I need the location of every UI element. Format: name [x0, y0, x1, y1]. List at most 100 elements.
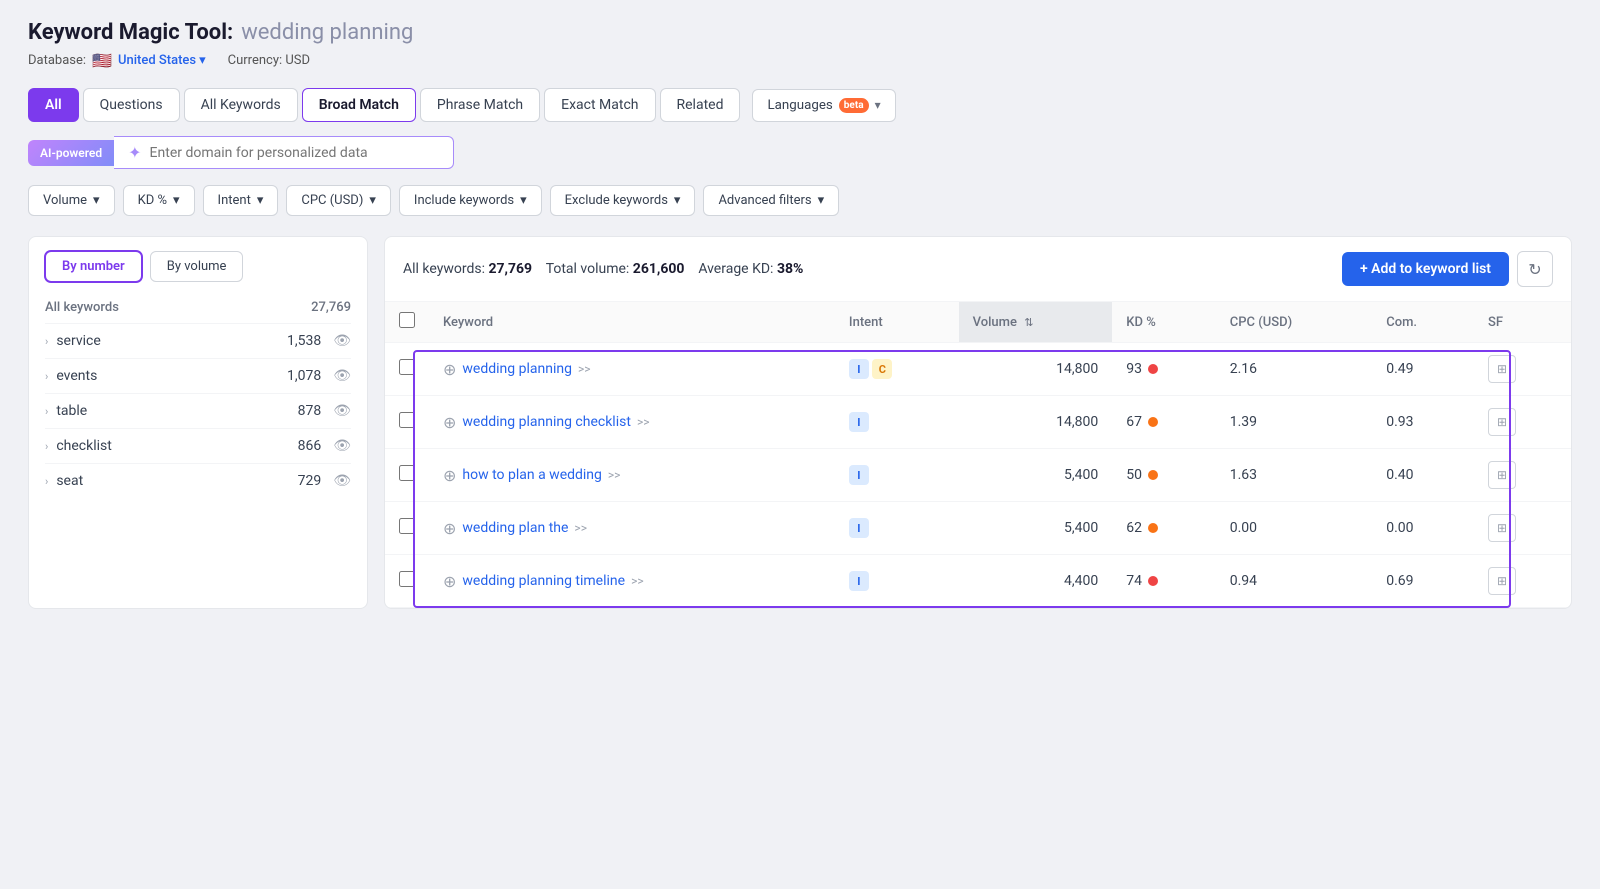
- intent-filter[interactable]: Intent ▾: [203, 185, 279, 216]
- chevron-right-icon: ›: [45, 405, 48, 418]
- eye-icon[interactable]: 👁: [333, 438, 351, 454]
- row-checkbox[interactable]: [399, 465, 415, 481]
- tab-broad-match[interactable]: Broad Match: [302, 88, 416, 122]
- volume-cell: 4,400: [959, 555, 1113, 608]
- sidebar-item-events[interactable]: › events 1,078 👁: [29, 359, 367, 393]
- cpc-filter[interactable]: CPC (USD) ▾: [286, 185, 391, 216]
- subtitle-row: Database: 🇺🇸 United States ▾ Currency: U…: [28, 51, 1572, 70]
- sf-icon[interactable]: ⊞: [1488, 461, 1516, 489]
- sidebar-item-right: 729 👁: [298, 473, 351, 489]
- com-column-header: Com.: [1372, 302, 1474, 343]
- eye-icon[interactable]: 👁: [333, 403, 351, 419]
- keyword-link[interactable]: ⊕ how to plan a wedding >>: [443, 466, 821, 485]
- eye-icon[interactable]: 👁: [333, 333, 351, 349]
- row-checkbox[interactable]: [399, 571, 415, 587]
- eye-icon[interactable]: 👁: [333, 368, 351, 384]
- kd-cell: 93: [1112, 343, 1215, 396]
- sidebar-item-checklist[interactable]: › checklist 866 👁: [29, 429, 367, 463]
- volume-filter[interactable]: Volume ▾: [28, 185, 115, 216]
- refresh-button[interactable]: ↻: [1517, 251, 1553, 287]
- tab-exact-match[interactable]: Exact Match: [544, 88, 655, 122]
- database-link[interactable]: United States ▾: [118, 53, 206, 68]
- sidebar-item-seat[interactable]: › seat 729 👁: [29, 464, 367, 498]
- keyword-link[interactable]: ⊕ wedding planning >>: [443, 360, 821, 379]
- intent-badge-i: I: [849, 465, 869, 485]
- intent-badge-i: I: [849, 571, 869, 591]
- arrow-icon: >>: [608, 468, 621, 482]
- table-area: All keywords: 27,769 Total volume: 261,6…: [384, 236, 1572, 609]
- volume-column-header[interactable]: Volume ⇅: [959, 302, 1113, 343]
- chevron-down-icon: ▾: [369, 193, 376, 208]
- tab-languages[interactable]: Languages beta ▾: [752, 89, 895, 122]
- row-checkbox[interactable]: [399, 412, 415, 428]
- kd-filter[interactable]: KD % ▾: [123, 185, 195, 216]
- cpc-cell: 1.63: [1216, 449, 1373, 502]
- ai-powered-row: AI-powered ✦: [28, 136, 1572, 169]
- tab-related[interactable]: Related: [660, 88, 741, 122]
- kd-indicator: [1148, 523, 1158, 533]
- ai-domain-input[interactable]: [150, 145, 440, 161]
- keyword-link[interactable]: ⊕ wedding planning timeline >>: [443, 572, 821, 591]
- chevron-down-icon: ▾: [818, 193, 825, 208]
- sidebar-header: All keywords 27,769: [29, 292, 367, 323]
- by-number-button[interactable]: By number: [45, 251, 142, 282]
- sidebar-item-count: 1,078: [287, 368, 321, 384]
- total-volume-label: Total volume:: [546, 261, 630, 277]
- ai-input-wrapper[interactable]: ✦: [114, 136, 454, 169]
- row-checkbox[interactable]: [399, 518, 415, 534]
- arrow-icon: >>: [574, 521, 587, 535]
- sidebar-item-service[interactable]: › service 1,538 👁: [29, 324, 367, 358]
- table-header-columns: Keyword Intent Volume ⇅ KD %: [385, 302, 1571, 343]
- sf-icon[interactable]: ⊞: [1488, 408, 1516, 436]
- sidebar-item-count: 866: [298, 438, 322, 454]
- com-cell: 0.49: [1372, 343, 1474, 396]
- sidebar-item-left: › checklist: [45, 438, 112, 454]
- sidebar-item-label: seat: [56, 473, 83, 489]
- kd-indicator: [1148, 576, 1158, 586]
- sidebar-item-left: › events: [45, 368, 97, 384]
- add-circle-icon: ⊕: [443, 466, 456, 485]
- keyword-link[interactable]: ⊕ wedding plan the >>: [443, 519, 821, 538]
- tab-questions[interactable]: Questions: [83, 88, 180, 122]
- exclude-keywords-filter[interactable]: Exclude keywords ▾: [550, 185, 696, 216]
- sidebar-item-count: 878: [298, 403, 322, 419]
- chevron-down-icon: ▾: [257, 193, 264, 208]
- by-volume-button[interactable]: By volume: [150, 251, 244, 282]
- select-all-checkbox[interactable]: [399, 312, 415, 328]
- all-keywords-label: All keywords: [45, 300, 119, 315]
- row-checkbox[interactable]: [399, 359, 415, 375]
- cpc-filter-label: CPC (USD): [301, 193, 363, 208]
- tab-all[interactable]: All: [28, 88, 79, 122]
- volume-filter-label: Volume: [43, 193, 87, 208]
- sf-icon[interactable]: ⊞: [1488, 567, 1516, 595]
- kd-indicator: [1148, 470, 1158, 480]
- eye-icon[interactable]: 👁: [333, 473, 351, 489]
- us-flag-icon: 🇺🇸: [92, 51, 112, 70]
- com-cell: 0.40: [1372, 449, 1474, 502]
- add-to-keyword-list-button[interactable]: + Add to keyword list: [1342, 252, 1509, 286]
- include-keywords-label: Include keywords: [414, 193, 514, 208]
- all-keywords-value: 27,769: [488, 261, 532, 277]
- add-circle-icon: ⊕: [443, 519, 456, 538]
- page-title-query: wedding planning: [241, 20, 413, 45]
- sf-icon[interactable]: ⊞: [1488, 355, 1516, 383]
- all-keywords-label: All keywords:: [403, 261, 485, 277]
- intent-badge-c: C: [872, 359, 892, 379]
- kd-indicator: [1148, 364, 1158, 374]
- sf-column-header: SF: [1474, 302, 1571, 343]
- sf-icon[interactable]: ⊞: [1488, 514, 1516, 542]
- tab-all-keywords[interactable]: All Keywords: [184, 88, 298, 122]
- keyword-link[interactable]: ⊕ wedding planning checklist >>: [443, 413, 821, 432]
- cpc-cell: 2.16: [1216, 343, 1373, 396]
- advanced-filters-filter[interactable]: Advanced filters ▾: [703, 185, 839, 216]
- sort-icon: ⇅: [1024, 316, 1033, 329]
- database-value: United States: [118, 53, 196, 68]
- tab-phrase-match[interactable]: Phrase Match: [420, 88, 540, 122]
- beta-badge: beta: [839, 98, 869, 113]
- table-row: ⊕ wedding plan the >>I 5,400620.000.00⊞: [385, 502, 1571, 555]
- include-keywords-filter[interactable]: Include keywords ▾: [399, 185, 542, 216]
- intent-column-header: Intent: [835, 302, 959, 343]
- chevron-down-icon: ▾: [674, 193, 681, 208]
- sidebar-item-table[interactable]: › table 878 👁: [29, 394, 367, 428]
- avg-kd-value: 38%: [777, 261, 803, 277]
